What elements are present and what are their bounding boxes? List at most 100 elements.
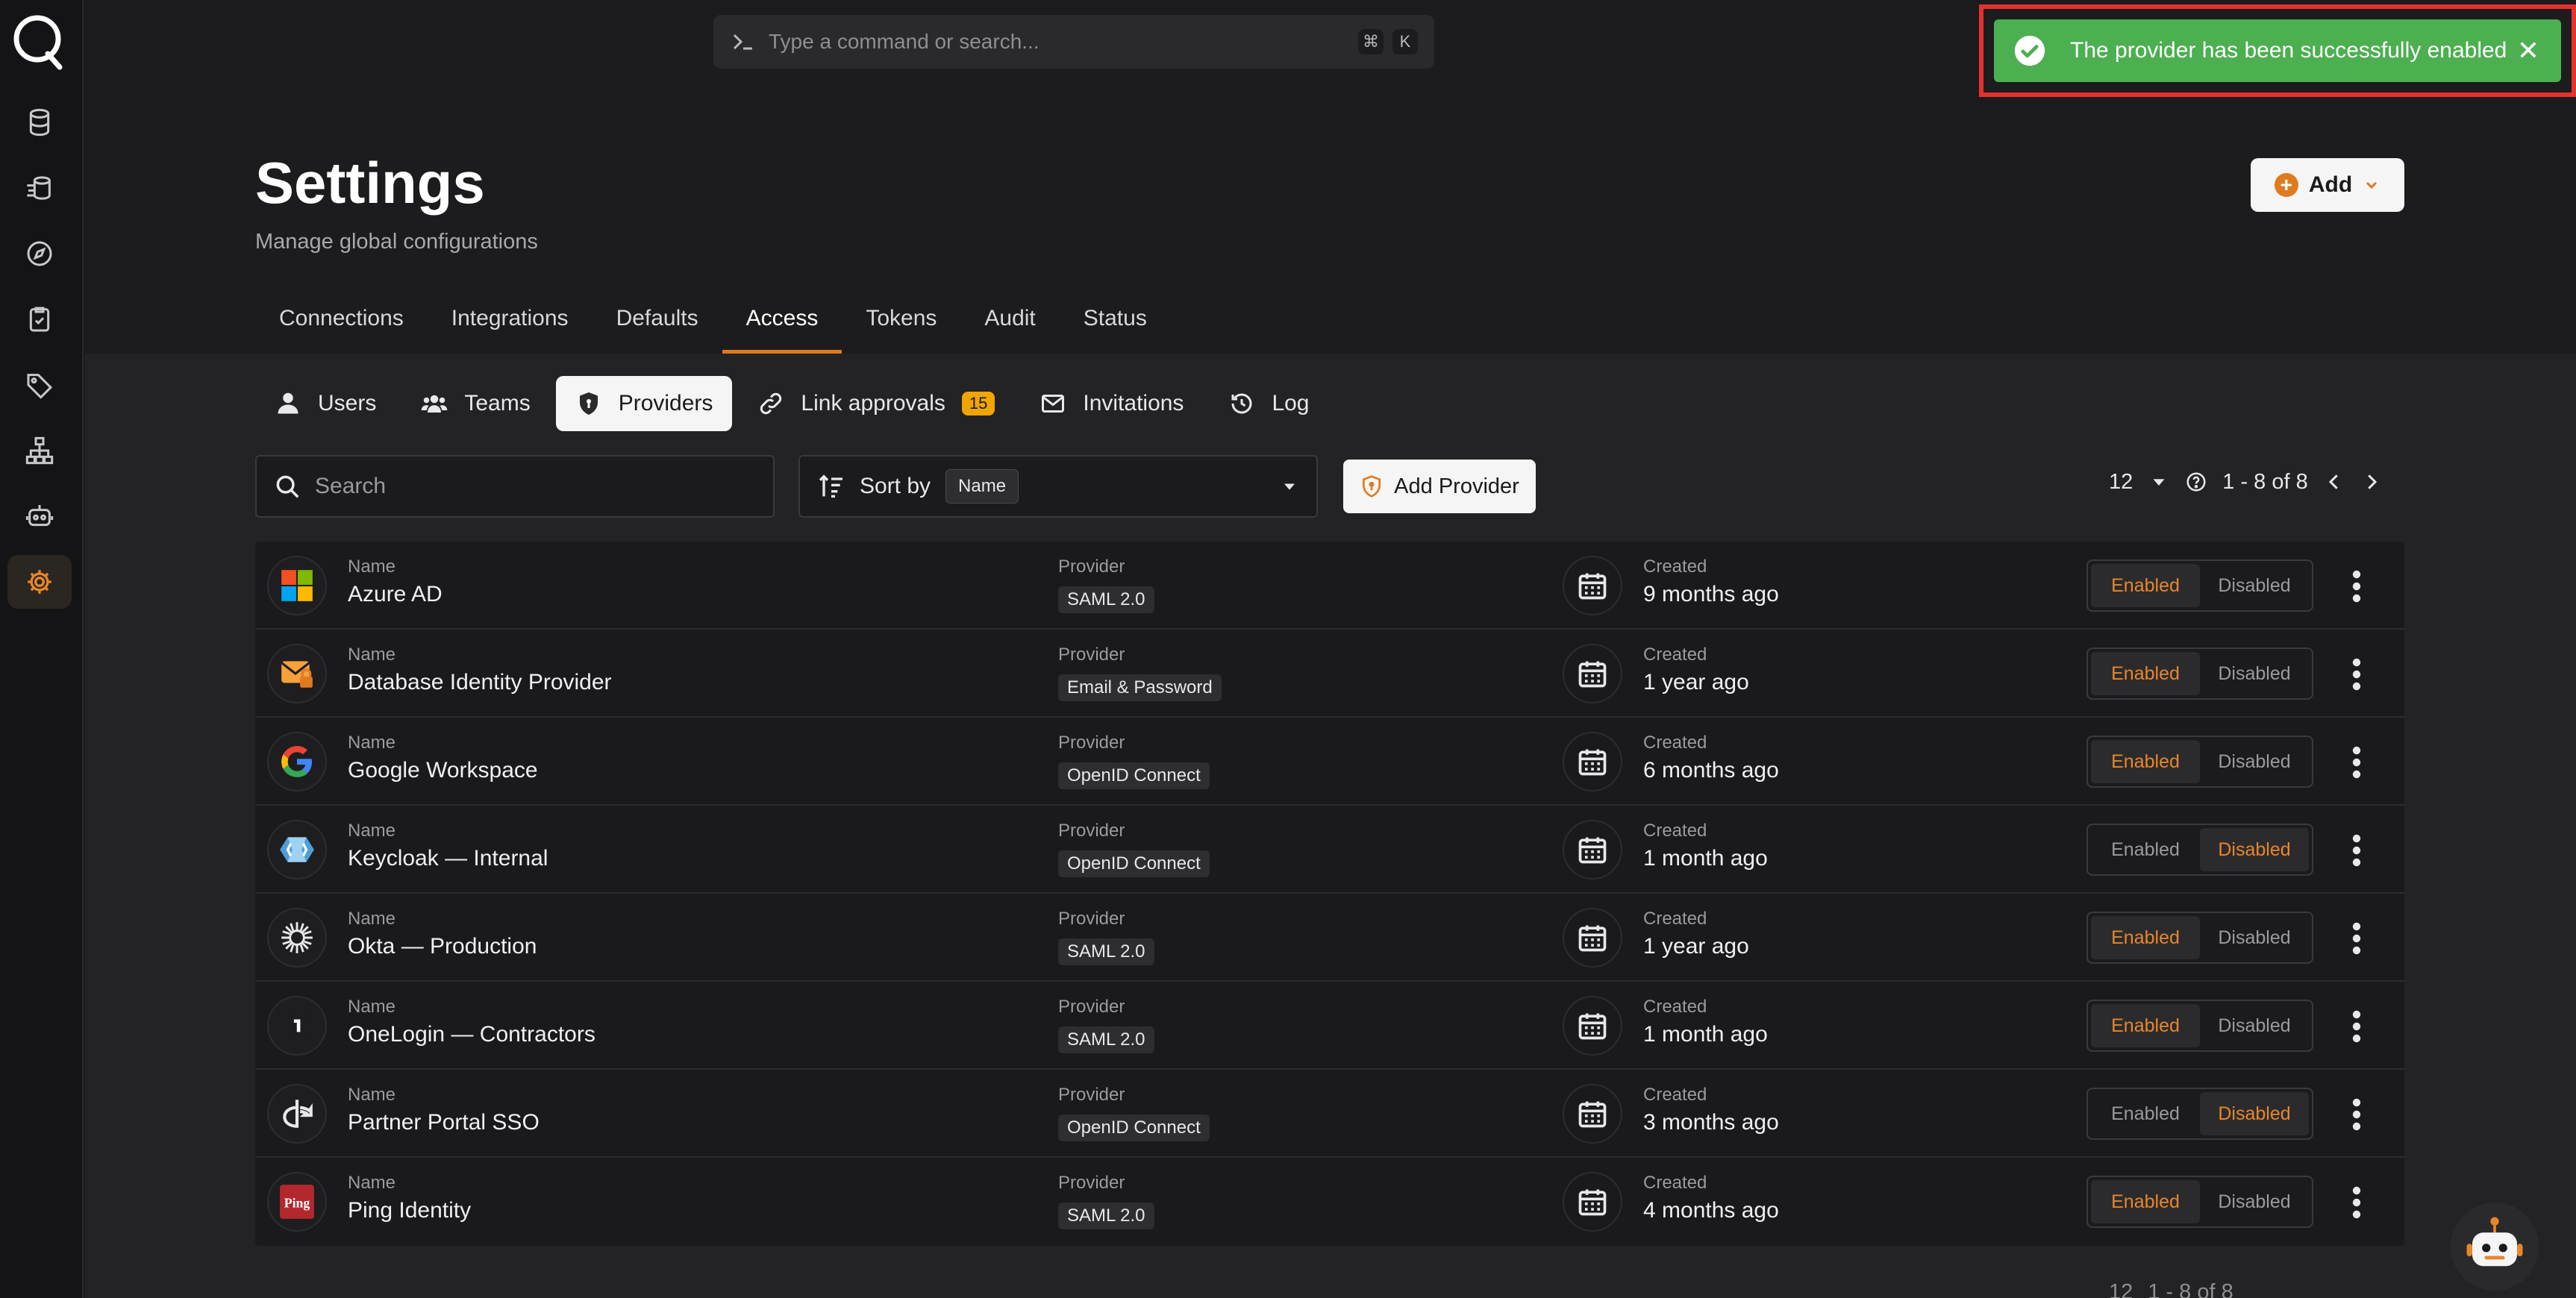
enabled-toggle: Enabled Disabled bbox=[2086, 559, 2313, 612]
enabled-option[interactable]: Enabled bbox=[2091, 652, 2200, 695]
sort-label: Sort by bbox=[860, 474, 931, 498]
nav-hierarchy-icon[interactable] bbox=[7, 424, 72, 477]
bottom-pagination: 12 1 - 8 of 8 bbox=[2109, 1280, 2233, 1298]
calendar-icon bbox=[1563, 556, 1622, 615]
add-provider-button[interactable]: Add Provider bbox=[1343, 460, 1536, 513]
provider-name[interactable]: Okta — Production bbox=[348, 934, 537, 959]
name-label: Name bbox=[348, 1085, 396, 1105]
enabled-toggle: Enabled Disabled bbox=[2086, 736, 2313, 788]
table-row[interactable]: Name Database Identity Provider Provider Em… bbox=[255, 630, 2404, 718]
bottom-page-size[interactable]: 12 bbox=[2109, 1280, 2133, 1298]
disabled-option[interactable]: Disabled bbox=[2200, 1004, 2309, 1047]
nav-settings-gear-icon[interactable] bbox=[7, 555, 72, 609]
subtab-invitations[interactable]: Invitations bbox=[1020, 376, 1203, 431]
chevron-right-icon[interactable] bbox=[2360, 471, 2383, 493]
sort-value-chip: Name bbox=[945, 469, 1019, 504]
disabled-option[interactable]: Disabled bbox=[2200, 652, 2309, 695]
name-label: Name bbox=[348, 645, 396, 665]
enabled-option[interactable]: Enabled bbox=[2091, 1004, 2200, 1047]
page-subtitle: Manage global configurations bbox=[255, 230, 538, 254]
enabled-option[interactable]: Enabled bbox=[2091, 828, 2200, 871]
provider-name[interactable]: Ping Identity bbox=[348, 1198, 471, 1223]
more-options-icon[interactable] bbox=[2349, 744, 2364, 779]
more-options-icon[interactable] bbox=[2349, 833, 2364, 867]
add-button[interactable]: + Add bbox=[2251, 158, 2404, 212]
disabled-option[interactable]: Disabled bbox=[2200, 564, 2309, 607]
table-row[interactable]: Name Partner Portal SSO Provider OpenID Con… bbox=[255, 1070, 2404, 1158]
provider-name[interactable]: Partner Portal SSO bbox=[348, 1110, 540, 1135]
subtab-teams[interactable]: Teams bbox=[401, 376, 549, 431]
nav-compass-icon[interactable] bbox=[7, 227, 72, 280]
nav-database-icon[interactable] bbox=[7, 95, 72, 149]
name-label: Name bbox=[348, 909, 396, 929]
more-options-icon[interactable] bbox=[2349, 568, 2364, 603]
disabled-option[interactable]: Disabled bbox=[2200, 828, 2309, 871]
provider-type-tag: OpenID Connect bbox=[1058, 1114, 1210, 1141]
provider-label: Provider bbox=[1058, 821, 1125, 841]
command-search-bar[interactable]: Type a command or search... ⌘ K bbox=[713, 15, 1434, 69]
tab-audit[interactable]: Audit bbox=[960, 283, 1059, 354]
sidebar bbox=[0, 0, 84, 1298]
table-row[interactable]: Name Keycloak — Internal Provider OpenID Co… bbox=[255, 806, 2404, 894]
subtab-invitations-label: Invitations bbox=[1083, 391, 1184, 416]
provider-name[interactable]: Azure AD bbox=[348, 582, 443, 607]
provider-name[interactable]: OneLogin — Contractors bbox=[348, 1022, 595, 1047]
table-row[interactable]: Name OneLogin — Contractors Provider SAML 2… bbox=[255, 982, 2404, 1070]
table-row[interactable]: Name Okta — Production Provider SAML 2.0 Cre… bbox=[255, 894, 2404, 982]
page-size-caret-icon[interactable] bbox=[2148, 471, 2170, 493]
disabled-option[interactable]: Disabled bbox=[2200, 1092, 2309, 1135]
enabled-option[interactable]: Enabled bbox=[2091, 916, 2200, 959]
chevron-left-icon[interactable] bbox=[2323, 471, 2345, 493]
close-icon[interactable]: ✕ bbox=[2515, 35, 2542, 66]
enabled-option[interactable]: Enabled bbox=[2091, 740, 2200, 783]
disabled-option[interactable]: Disabled bbox=[2200, 740, 2309, 783]
subtab-providers[interactable]: Providers bbox=[555, 376, 733, 431]
enabled-option[interactable]: Enabled bbox=[2091, 564, 2200, 607]
subtab-users[interactable]: Users bbox=[255, 376, 396, 431]
page-size-value[interactable]: 12 bbox=[2109, 470, 2133, 495]
app-logo-icon[interactable] bbox=[10, 10, 67, 70]
subtab-teams-label: Teams bbox=[464, 391, 531, 416]
subtab-log[interactable]: Log bbox=[1209, 376, 1328, 431]
created-value: 1 year ago bbox=[1643, 934, 1749, 959]
subtab-users-label: Users bbox=[318, 391, 377, 416]
help-circle-icon[interactable] bbox=[2185, 471, 2207, 493]
table-row[interactable]: Ping Name Ping Identity Provider SAML 2.0 Cre… bbox=[255, 1158, 2404, 1246]
more-options-icon[interactable] bbox=[2349, 656, 2364, 691]
provider-name[interactable]: Keycloak — Internal bbox=[348, 846, 548, 871]
plus-circle-icon: + bbox=[2274, 173, 2298, 197]
nav-clipboard-check-icon[interactable] bbox=[7, 292, 72, 346]
tab-defaults[interactable]: Defaults bbox=[593, 283, 722, 354]
enabled-toggle: Enabled Disabled bbox=[2086, 1088, 2313, 1140]
more-options-icon[interactable] bbox=[2349, 1185, 2364, 1219]
disabled-option[interactable]: Disabled bbox=[2200, 1180, 2309, 1223]
tab-connections[interactable]: Connections bbox=[255, 283, 428, 354]
more-options-icon[interactable] bbox=[2349, 1009, 2364, 1043]
provider-name[interactable]: Google Workspace bbox=[348, 758, 538, 783]
provider-name[interactable]: Database Identity Provider bbox=[348, 670, 612, 695]
nav-robot-icon[interactable] bbox=[7, 489, 72, 543]
enabled-option[interactable]: Enabled bbox=[2091, 1092, 2200, 1135]
calendar-icon bbox=[1563, 644, 1622, 703]
enabled-option[interactable]: Enabled bbox=[2091, 1180, 2200, 1223]
table-row[interactable]: Name Google Workspace Provider OpenID Conne… bbox=[255, 718, 2404, 806]
more-options-icon[interactable] bbox=[2349, 921, 2364, 955]
nav-tag-icon[interactable] bbox=[7, 358, 72, 412]
tab-integrations[interactable]: Integrations bbox=[428, 283, 593, 354]
tab-access[interactable]: Access bbox=[722, 283, 842, 354]
sort-ascending-icon bbox=[819, 474, 842, 498]
tab-tokens[interactable]: Tokens bbox=[842, 283, 960, 354]
search-input[interactable] bbox=[315, 474, 757, 499]
page-range: 1 - 8 of 8 bbox=[2222, 469, 2308, 494]
more-options-icon[interactable] bbox=[2349, 1097, 2364, 1131]
name-label: Name bbox=[348, 556, 396, 577]
table-row[interactable]: Name Azure AD Provider SAML 2.0 Created 9 mon… bbox=[255, 542, 2404, 630]
search-field[interactable] bbox=[255, 455, 775, 518]
assistant-bot-button[interactable] bbox=[2451, 1203, 2539, 1291]
subtab-link-approvals[interactable]: Link approvals 15 bbox=[738, 376, 1014, 431]
tab-status[interactable]: Status bbox=[1060, 283, 1171, 354]
enabled-toggle: Enabled Disabled bbox=[2086, 912, 2313, 964]
sort-select[interactable]: Sort by Name bbox=[798, 455, 1318, 518]
nav-data-flow-icon[interactable] bbox=[7, 161, 72, 215]
disabled-option[interactable]: Disabled bbox=[2200, 916, 2309, 959]
